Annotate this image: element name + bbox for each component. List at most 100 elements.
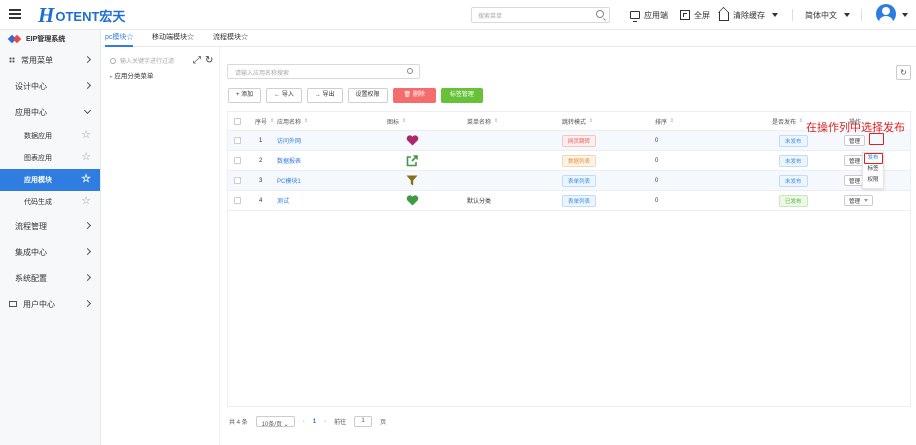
menu-toggle-icon[interactable] bbox=[9, 9, 21, 20]
search-icon[interactable] bbox=[596, 10, 604, 18]
goto-label: 前往 bbox=[334, 420, 347, 426]
set-permission-button[interactable]: 设置权限 bbox=[347, 88, 388, 103]
star-icon[interactable]: ☆ bbox=[81, 129, 91, 141]
prev-page-icon[interactable]: ‹ bbox=[303, 419, 305, 425]
tree-node[interactable]: ▸ 应用分类菜单 bbox=[110, 70, 153, 80]
mode-tag: 表单列表 bbox=[562, 194, 597, 207]
sidebar-item-app-module[interactable]: 应用模块 ☆ bbox=[0, 169, 100, 191]
delete-label: 删除 bbox=[412, 92, 425, 98]
sidebar-item-common-menu[interactable]: 常用菜单 bbox=[0, 47, 100, 73]
sidebar-item-data-app[interactable]: 数据应用 ☆ bbox=[0, 125, 100, 147]
sidebar-item-system-config[interactable]: 系统配置 bbox=[0, 265, 100, 291]
delete-button[interactable]: 🗑 删除 bbox=[392, 88, 436, 103]
sidebar-item-integration[interactable]: 集成中心 bbox=[0, 239, 100, 265]
sidebar-item-label: 常用菜单 bbox=[21, 55, 53, 65]
caret-right-icon[interactable]: ▸ bbox=[110, 74, 113, 80]
dropdown-item-permission[interactable]: 权限 bbox=[863, 175, 883, 186]
row-checkbox[interactable] bbox=[234, 197, 241, 204]
star-icon[interactable]: ☆ bbox=[81, 195, 91, 207]
action-dropdown-trigger[interactable] bbox=[869, 133, 884, 145]
publish-highlight bbox=[864, 153, 883, 164]
sidebar-item-flow[interactable]: 流程管理 bbox=[0, 213, 100, 239]
divider bbox=[861, 9, 862, 21]
tab-mobile-module[interactable]: 移动端模块☆ bbox=[152, 30, 194, 47]
manage-label: 管理 bbox=[849, 198, 861, 205]
row-number: 4 bbox=[259, 197, 263, 204]
tree-filter-placeholder: 输入关键字进行过滤 bbox=[120, 59, 175, 65]
app-name-link[interactable]: 测试 bbox=[277, 191, 289, 210]
chevron-right-icon bbox=[83, 221, 92, 230]
mode-tag: 表单列表 bbox=[562, 174, 597, 187]
avatar[interactable] bbox=[876, 4, 896, 24]
manage-label: 管理 bbox=[849, 158, 861, 165]
row-checkbox[interactable] bbox=[234, 157, 241, 164]
nav-app-button[interactable]: 应用端 bbox=[630, 8, 668, 22]
tree-filter-input[interactable]: 输入关键字进行过滤 bbox=[110, 56, 174, 65]
grid-icon bbox=[9, 57, 15, 63]
chevron-down-icon[interactable] bbox=[864, 199, 869, 202]
add-button[interactable]: + 添加 bbox=[228, 88, 262, 103]
column-header[interactable]: 菜单名称 ⇕ bbox=[467, 112, 498, 130]
refresh-icon[interactable]: ↻ bbox=[205, 55, 213, 66]
sidebar-item-label: 用户中心 bbox=[23, 299, 55, 309]
refresh-icon[interactable]: ↻ bbox=[896, 65, 911, 80]
row-checkbox[interactable] bbox=[234, 177, 241, 184]
export-button[interactable]: → 导出 bbox=[306, 88, 343, 103]
star-icon[interactable]: ☆ bbox=[81, 173, 91, 185]
sidebar-item-label: 设计中心 bbox=[15, 81, 47, 91]
column-header: 序号 ⇕ bbox=[255, 118, 275, 126]
sidebar-item-app-center[interactable]: 应用中心 bbox=[0, 99, 100, 125]
manage-label: 管理 bbox=[849, 138, 861, 145]
manage-button[interactable]: 管理 bbox=[844, 135, 866, 146]
sidebar-item-chart-app[interactable]: 图表应用 ☆ bbox=[0, 147, 100, 169]
language-select[interactable]: 简体中文 bbox=[805, 8, 850, 22]
status-badge: 已发布 bbox=[779, 194, 808, 207]
chevron-right-icon bbox=[83, 55, 92, 64]
manage-label: 管理 bbox=[849, 178, 861, 185]
chevron-down-icon[interactable] bbox=[902, 13, 908, 17]
chevron-right-icon bbox=[83, 299, 92, 308]
nav-fullscreen-button[interactable]: 全屏 bbox=[680, 8, 710, 22]
goto-page-input[interactable]: 1 bbox=[354, 416, 373, 427]
column-header[interactable]: 跳转模式 ⇕ bbox=[562, 112, 593, 130]
column-header[interactable]: 应用名称 ⇕ bbox=[277, 112, 308, 130]
manage-button[interactable]: 管理 bbox=[844, 195, 874, 206]
app-name-link[interactable]: PC模块1 bbox=[277, 171, 301, 190]
search-icon[interactable] bbox=[407, 68, 413, 74]
import-button[interactable]: ← 导入 bbox=[266, 88, 302, 103]
tab-flow-module[interactable]: 流程模块☆ bbox=[213, 30, 248, 47]
module-tabs: pc模块☆ 移动端模块☆ 流程模块☆ bbox=[102, 30, 916, 47]
row-checkbox[interactable] bbox=[234, 137, 241, 144]
nav-clear-cache-button[interactable]: 清除缓存 bbox=[719, 8, 778, 22]
heart-icon bbox=[406, 191, 419, 210]
tab-pc-module[interactable]: pc模块☆ bbox=[105, 30, 134, 47]
dropdown-item-tag[interactable]: 标签 bbox=[863, 164, 883, 175]
chevron-right-icon bbox=[83, 273, 92, 282]
sidebar-item-label: 数据应用 bbox=[24, 133, 52, 140]
select-all-checkbox[interactable] bbox=[234, 117, 241, 125]
column-header[interactable]: 图标 ⇕ bbox=[387, 112, 406, 130]
fullscreen-icon bbox=[680, 10, 690, 20]
sidebar-item-design-center[interactable]: 设计中心 bbox=[0, 73, 100, 99]
logo-text: OTENT宏天 bbox=[55, 8, 126, 24]
menu-search-input[interactable]: 搜索菜单 bbox=[471, 7, 610, 23]
home-icon bbox=[719, 12, 729, 21]
next-page-icon[interactable]: › bbox=[324, 419, 326, 425]
sort-value: 0 bbox=[655, 157, 659, 164]
collapse-icon[interactable]: ⤢ bbox=[193, 55, 201, 66]
menu-search-placeholder: 搜索菜单 bbox=[478, 14, 503, 20]
app-name-link[interactable]: 数据报表 bbox=[277, 151, 301, 170]
language-label: 简体中文 bbox=[805, 10, 837, 20]
app-search-input[interactable]: 请输入应用名称搜索 bbox=[227, 64, 420, 79]
column-header[interactable]: 排序 ⇕ bbox=[655, 112, 674, 130]
sidebar-item-user-center[interactable]: 用户中心 bbox=[0, 291, 100, 317]
trash-icon: 🗑 bbox=[403, 92, 413, 98]
page-size-select[interactable]: 10条/页 ⌄ bbox=[255, 416, 295, 428]
current-page[interactable]: 1 bbox=[313, 419, 316, 425]
status-badge: 未发布 bbox=[779, 154, 808, 167]
column-header[interactable]: 是否发布 ⇕ bbox=[772, 112, 803, 130]
star-icon[interactable]: ☆ bbox=[81, 151, 91, 163]
tag-manage-button[interactable]: 标签管理 bbox=[440, 88, 483, 103]
sidebar-item-code-gen[interactable]: 代码生成 ☆ bbox=[0, 191, 100, 213]
app-name-link[interactable]: 访问外网 bbox=[277, 131, 301, 150]
